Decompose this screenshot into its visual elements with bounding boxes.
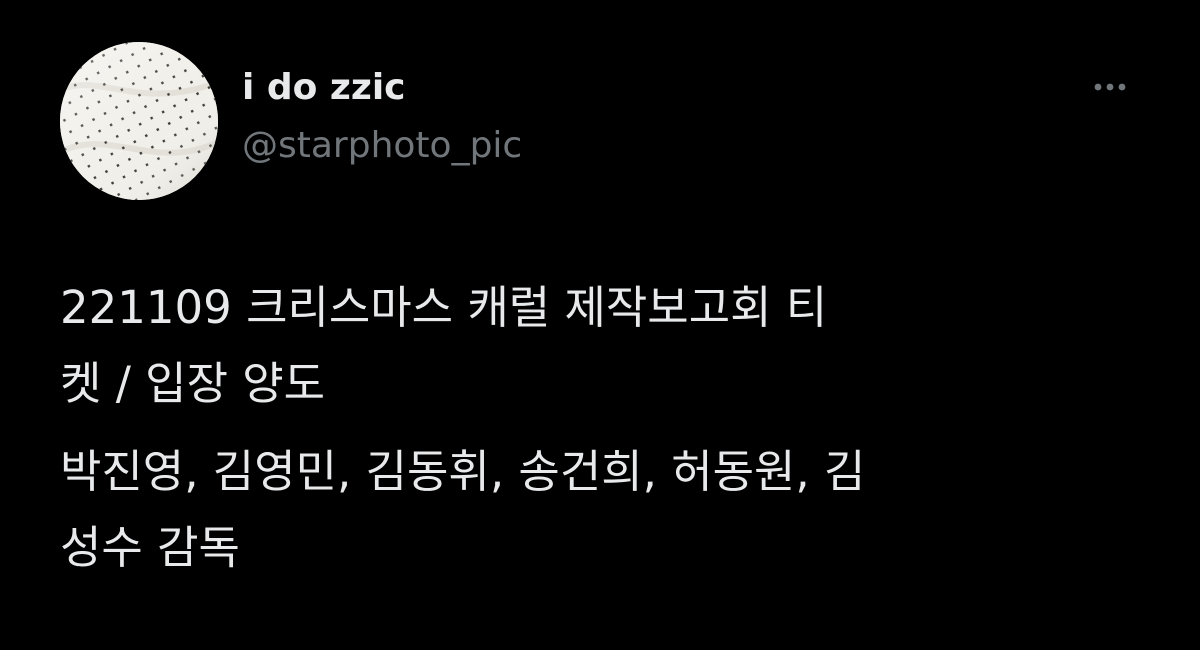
- tweet-text: 221109 크리스마스 캐럴 제작보고회 티 켓 / 입장 양도 박진영, 김…: [60, 270, 1150, 586]
- tweet: i do zzic @starphoto_pic 221109 크리스마스 캐럴…: [0, 0, 1200, 650]
- more-options-button[interactable]: [1088, 70, 1132, 104]
- tweet-paragraph: 221109 크리스마스 캐럴 제작보고회 티 켓 / 입장 양도: [60, 270, 1150, 422]
- avatar[interactable]: [60, 42, 218, 200]
- more-horizontal-icon: [1094, 83, 1126, 91]
- tweet-paragraph: 박진영, 김영민, 김동휘, 송건희, 허동원, 김 성수 감독: [60, 434, 1150, 586]
- author-display-name[interactable]: i do zzic: [242, 66, 406, 110]
- tweet-text-line: 221109 크리스마스 캐럴 제작보고회 티: [60, 281, 828, 334]
- tweet-text-line: 성수 감독: [60, 521, 240, 574]
- tweet-text-line: 켓 / 입장 양도: [60, 357, 326, 410]
- author-handle[interactable]: @starphoto_pic: [242, 124, 522, 168]
- dotted-fabric-avatar-icon: [60, 42, 218, 200]
- tweet-text-line: 박진영, 김영민, 김동휘, 송건희, 허동원, 김: [60, 445, 866, 498]
